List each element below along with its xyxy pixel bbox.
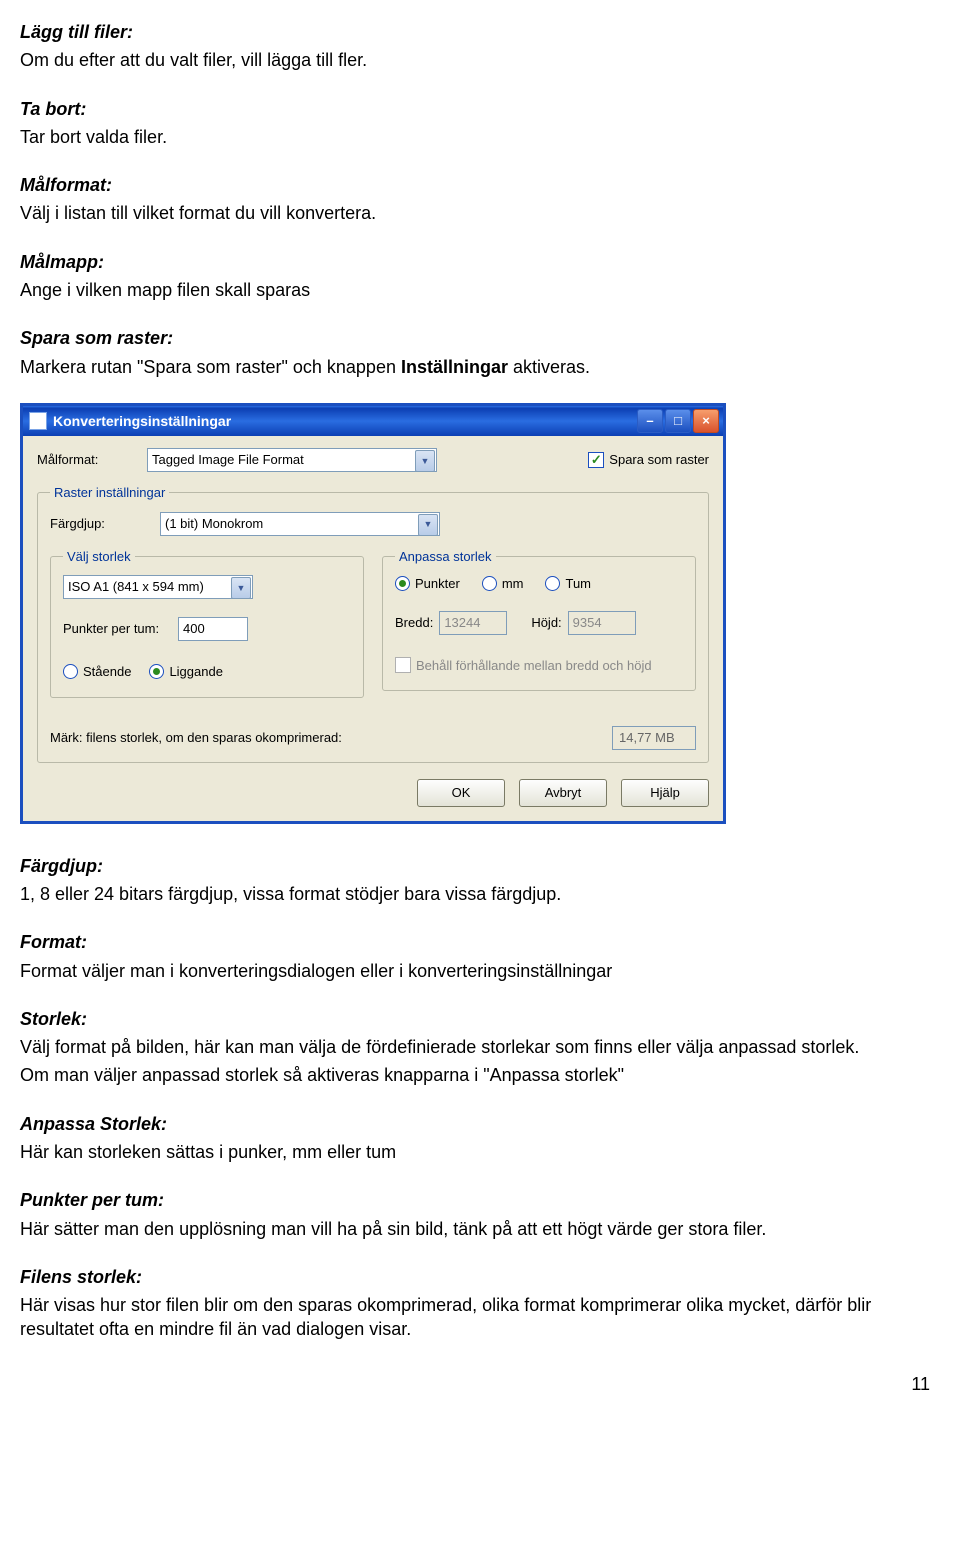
text-fragment: aktiveras. — [508, 357, 590, 377]
group-adjust-size: Anpassa storlek Punkter mm — [382, 548, 696, 692]
value-filesize: 14,77 MB — [612, 726, 696, 750]
minimize-icon: – — [646, 412, 653, 430]
dialog-conversion-settings: Konverteringsinställningar – □ × Målform… — [20, 403, 726, 824]
label-filesize-note: Märk: filens storlek, om den sparas okom… — [50, 729, 612, 747]
close-button[interactable]: × — [693, 409, 719, 433]
radio-icon — [395, 576, 410, 591]
heading-target-format: Målformat: — [20, 173, 930, 197]
legend-adjust-size: Anpassa storlek — [395, 548, 496, 566]
text-add-files: Om du efter att du valt filer, vill lägg… — [20, 48, 930, 72]
chevron-down-icon: ▼ — [418, 514, 438, 536]
heading-color-depth: Färgdjup: — [20, 854, 930, 878]
input-height: 9354 — [568, 611, 636, 635]
radio-label: mm — [502, 575, 524, 593]
heading-filesize: Filens storlek: — [20, 1265, 930, 1289]
text-ppt: Här sätter man den upplösning man vill h… — [20, 1217, 930, 1241]
legend-choose-size: Välj storlek — [63, 548, 135, 566]
radio-label: Stående — [83, 663, 131, 681]
group-choose-size: Välj storlek ISO A1 (841 x 594 mm) ▼ Pun… — [50, 548, 364, 698]
radio-icon — [482, 576, 497, 591]
text-remove: Tar bort valda filer. — [20, 125, 930, 149]
radio-portrait[interactable]: Stående — [63, 663, 131, 681]
checkbox-keep-ratio: ✓ — [395, 657, 411, 673]
cancel-button[interactable]: Avbryt — [519, 779, 607, 807]
text-bold-settings: Inställningar — [401, 357, 508, 377]
chevron-down-icon: ▼ — [231, 577, 251, 599]
label-height: Höjd: — [531, 614, 561, 632]
radio-icon — [149, 664, 164, 679]
text-save-as-raster: Markera rutan "Spara som raster" och kna… — [20, 355, 930, 379]
text-fragment: Markera rutan "Spara som raster" och kna… — [20, 357, 401, 377]
radio-label: Tum — [565, 575, 591, 593]
text-size-1: Välj format på bilden, här kan man välja… — [20, 1035, 930, 1059]
combo-target-format[interactable]: Tagged Image File Format ▼ — [147, 448, 437, 472]
input-width: 13244 — [439, 611, 507, 635]
maximize-button[interactable]: □ — [665, 409, 691, 433]
combo-value: ISO A1 (841 x 594 mm) — [68, 578, 204, 596]
app-icon — [29, 412, 47, 430]
label-color-depth: Färgdjup: — [50, 515, 160, 533]
heading-format: Format: — [20, 930, 930, 954]
text-adjust-size: Här kan storleken sättas i punker, mm el… — [20, 1140, 930, 1164]
help-button[interactable]: Hjälp — [621, 779, 709, 807]
heading-adjust-size: Anpassa Storlek: — [20, 1112, 930, 1136]
combo-color-depth[interactable]: (1 bit) Monokrom ▼ — [160, 512, 440, 536]
combo-value: (1 bit) Monokrom — [165, 515, 263, 533]
titlebar[interactable]: Konverteringsinställningar – □ × — [23, 406, 723, 436]
label-ppt: Punkter per tum: — [63, 620, 178, 638]
radio-points[interactable]: Punkter — [395, 575, 460, 593]
radio-landscape[interactable]: Liggande — [149, 663, 223, 681]
text-format: Format väljer man i konverteringsdialoge… — [20, 959, 930, 983]
radio-inches[interactable]: Tum — [545, 575, 591, 593]
label-target-format: Målformat: — [37, 451, 147, 469]
heading-save-as-raster: Spara som raster: — [20, 326, 930, 350]
radio-label: Punkter — [415, 575, 460, 593]
radio-icon — [63, 664, 78, 679]
window-title: Konverteringsinställningar — [53, 412, 637, 431]
maximize-icon: □ — [674, 412, 682, 430]
chevron-down-icon: ▼ — [415, 450, 435, 472]
text-target-format: Välj i listan till vilket format du vill… — [20, 201, 930, 225]
ok-button[interactable]: OK — [417, 779, 505, 807]
input-ppt[interactable]: 400 — [178, 617, 248, 641]
heading-add-files: Lägg till filer: — [20, 20, 930, 44]
heading-remove: Ta bort: — [20, 97, 930, 121]
close-icon: × — [702, 412, 710, 430]
radio-mm[interactable]: mm — [482, 575, 524, 593]
label-width: Bredd: — [395, 614, 433, 632]
minimize-button[interactable]: – — [637, 409, 663, 433]
heading-target-folder: Målmapp: — [20, 250, 930, 274]
radio-icon — [545, 576, 560, 591]
label-save-as-raster: Spara som raster — [609, 451, 709, 469]
combo-value: Tagged Image File Format — [152, 451, 304, 469]
page-number: 11 — [20, 1372, 930, 1396]
combo-size[interactable]: ISO A1 (841 x 594 mm) ▼ — [63, 575, 253, 599]
text-color-depth: 1, 8 eller 24 bitars färgdjup, vissa for… — [20, 882, 930, 906]
radio-label: Liggande — [169, 663, 223, 681]
group-raster-settings: Raster inställningar Färgdjup: (1 bit) M… — [37, 484, 709, 763]
label-keep-ratio: Behåll förhållande mellan bredd och höjd — [416, 657, 652, 675]
checkbox-save-as-raster[interactable]: ✓ — [588, 452, 604, 468]
heading-size: Storlek: — [20, 1007, 930, 1031]
text-size-2: Om man väljer anpassad storlek så aktive… — [20, 1063, 930, 1087]
legend-raster: Raster inställningar — [50, 484, 169, 502]
text-filesize: Här visas hur stor filen blir om den spa… — [20, 1293, 930, 1342]
heading-ppt: Punkter per tum: — [20, 1188, 930, 1212]
text-target-folder: Ange i vilken mapp filen skall sparas — [20, 278, 930, 302]
